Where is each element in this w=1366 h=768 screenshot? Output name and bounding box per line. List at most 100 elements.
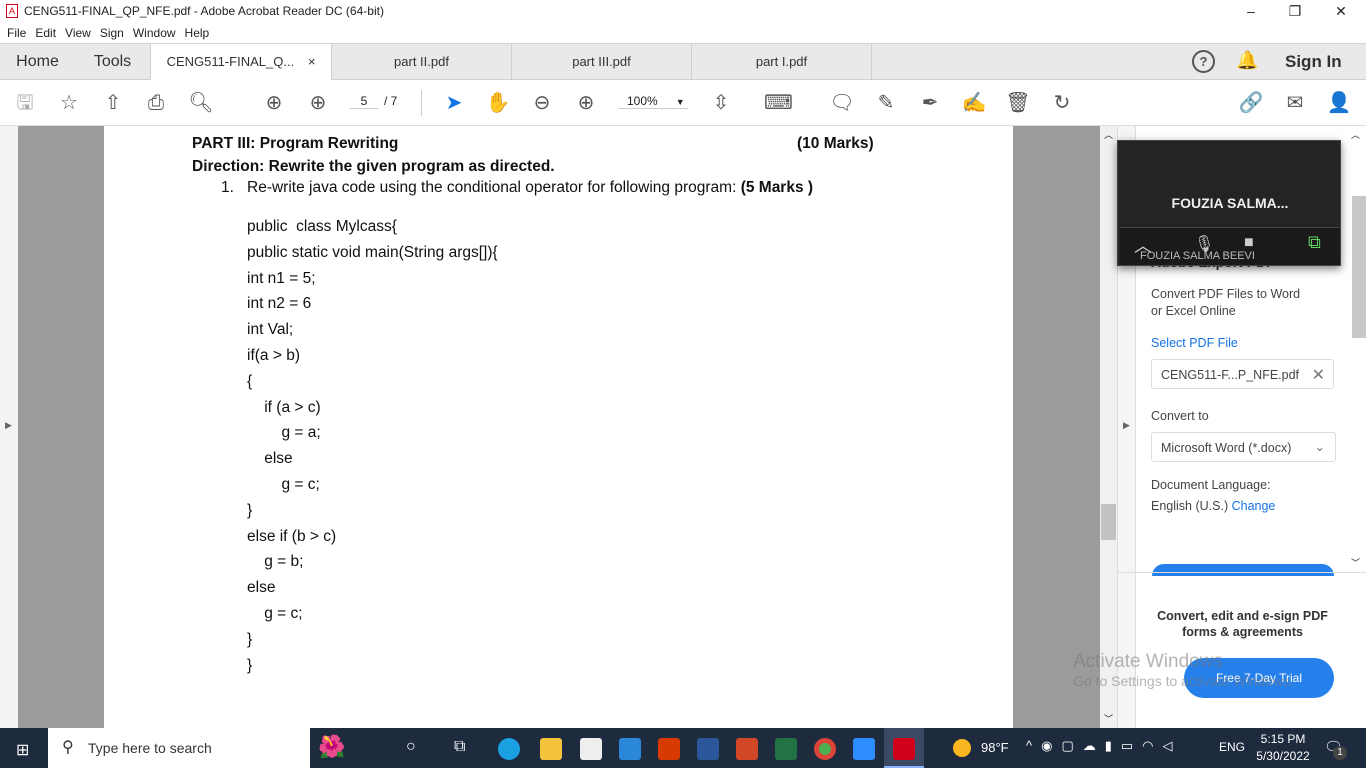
next-page-icon[interactable]: ⊕ bbox=[305, 91, 331, 115]
help-icon[interactable]: ? bbox=[1192, 50, 1215, 73]
sign-in-button[interactable]: Sign In bbox=[1285, 52, 1342, 72]
panel-scroll-down-icon[interactable]: ﹀ bbox=[1351, 556, 1360, 569]
powerpoint-icon[interactable] bbox=[736, 738, 758, 760]
cortana-icon[interactable]: ○ bbox=[406, 738, 416, 756]
acrobat-taskbar-button[interactable] bbox=[884, 728, 924, 768]
change-language-link[interactable]: Change bbox=[1232, 499, 1276, 513]
zoom-out-icon[interactable]: ⊖ bbox=[529, 91, 555, 115]
menu-sign[interactable]: Sign bbox=[100, 26, 124, 40]
find-icon[interactable]: 🔍︎ bbox=[188, 91, 214, 115]
comment-icon[interactable]: 🗨 bbox=[829, 91, 855, 115]
print-icon[interactable]: ⎙ bbox=[143, 91, 169, 115]
language-value: English (U.S.) Change bbox=[1151, 499, 1276, 513]
language-label: Document Language: bbox=[1151, 478, 1271, 492]
code-line: else bbox=[247, 579, 276, 597]
mail-icon[interactable] bbox=[619, 738, 641, 760]
collapse-right-icon[interactable]: ▶ bbox=[1123, 420, 1130, 431]
vertical-scrollbar[interactable]: ︿ ﹀ bbox=[1100, 126, 1117, 728]
divider bbox=[421, 90, 422, 116]
hand-icon[interactable]: ✋ bbox=[485, 91, 511, 115]
search-placeholder: Type here to search bbox=[88, 740, 212, 756]
code-line: g = b; bbox=[247, 553, 304, 571]
selected-file-field[interactable]: CENG511-F...P_NFE.pdf ✕ bbox=[1151, 359, 1334, 389]
share-link-icon[interactable]: 🔗 bbox=[1238, 91, 1264, 115]
weather-sun-icon[interactable] bbox=[953, 739, 971, 757]
scroll-down-icon[interactable]: ﹀ bbox=[1104, 712, 1113, 725]
menu-view[interactable]: View bbox=[65, 26, 91, 40]
system-tray-icons[interactable]: ^◉▢☁▮▭◠◁ bbox=[1026, 738, 1182, 754]
left-panel-toggle[interactable]: ▶ bbox=[0, 126, 18, 728]
menu-edit[interactable]: Edit bbox=[35, 26, 56, 40]
store-icon[interactable] bbox=[580, 738, 602, 760]
zoom-app-icon[interactable] bbox=[853, 738, 875, 760]
taskbar: ⊞ ⚲ Type here to search 🌺 ○ ⧉ 98°F ^◉▢☁▮… bbox=[0, 728, 1366, 768]
file-explorer-icon[interactable] bbox=[540, 738, 562, 760]
input-language[interactable]: ENG bbox=[1219, 740, 1245, 754]
close-button[interactable]: ✕ bbox=[1318, 0, 1364, 22]
minimize-button[interactable]: – bbox=[1228, 0, 1274, 22]
upload-cloud-icon[interactable]: ⇧ bbox=[100, 91, 126, 115]
toolbar: 🖫 ☆ ⇧ ⎙ 🔍︎ ⊕ ⊕ 5 / 7 ➤ ✋ ⊖ ⊕ 100% ▼ ⇳ ⌨ 🗨… bbox=[0, 80, 1366, 126]
expand-left-icon[interactable]: ▶ bbox=[5, 420, 12, 431]
panel-scroll-thumb[interactable] bbox=[1352, 196, 1366, 338]
zoom-meeting-window[interactable]: FOUZIA SALMA... ︿ 🎙 ■ ⧉ FOUZIA SALMA BEE… bbox=[1117, 140, 1341, 266]
page-number-input[interactable]: 5 bbox=[350, 94, 378, 109]
windows-start-icon[interactable]: ⊞ bbox=[16, 740, 29, 760]
select-cursor-icon[interactable]: ➤ bbox=[441, 91, 467, 115]
code-line: { bbox=[247, 372, 253, 390]
clear-file-icon[interactable]: ✕ bbox=[1312, 365, 1325, 385]
scroll-up-icon[interactable]: ︿ bbox=[1104, 128, 1113, 141]
share-screen-icon[interactable]: ⧉ bbox=[1308, 232, 1321, 253]
sign-icon[interactable]: ✒ bbox=[917, 91, 943, 115]
convert-to-select[interactable]: Microsoft Word (*.docx) ⌄ bbox=[1151, 432, 1336, 462]
word-icon[interactable] bbox=[697, 738, 719, 760]
excel-icon[interactable] bbox=[775, 738, 797, 760]
scroll-thumb[interactable] bbox=[1101, 504, 1116, 540]
zoom-select[interactable]: 100% ▼ bbox=[618, 94, 688, 109]
select-file-link[interactable]: Select PDF File bbox=[1151, 336, 1238, 350]
code-line: if (a > c) bbox=[247, 398, 321, 416]
task-view-icon[interactable]: ⧉ bbox=[454, 738, 465, 756]
tab-part-ii[interactable]: part II.pdf bbox=[332, 44, 512, 80]
code-line: int Val; bbox=[247, 321, 294, 339]
add-user-icon[interactable]: 👤 bbox=[1326, 91, 1352, 115]
code-line: g = c; bbox=[247, 605, 303, 622]
tab-document-active[interactable]: CENG511-FINAL_Q... × bbox=[151, 44, 332, 81]
acrobat-app-icon bbox=[893, 738, 915, 760]
page-fit-icon[interactable]: ⇳ bbox=[708, 91, 734, 115]
save-icon[interactable]: 🖫 bbox=[12, 91, 38, 115]
email-icon[interactable]: ✉ bbox=[1282, 91, 1308, 115]
notification-icon[interactable]: 🗨 1 bbox=[1324, 738, 1347, 760]
window-title: CENG511-FINAL_QP_NFE.pdf - Adobe Acrobat… bbox=[24, 4, 384, 18]
tab-part-iii[interactable]: part III.pdf bbox=[512, 44, 692, 80]
convert-button[interactable] bbox=[1152, 564, 1334, 576]
close-tab-icon[interactable]: × bbox=[308, 54, 316, 69]
star-icon[interactable]: ☆ bbox=[56, 91, 82, 115]
rotate-icon[interactable]: ↻ bbox=[1049, 91, 1075, 115]
zoom-value: 100% bbox=[627, 94, 658, 108]
delete-icon[interactable]: 🗑 bbox=[1005, 91, 1031, 115]
zoom-in-icon[interactable]: ⊕ bbox=[573, 91, 599, 115]
bell-icon[interactable]: 🔔 bbox=[1236, 50, 1258, 71]
menu-help[interactable]: Help bbox=[185, 26, 210, 40]
taskbar-search[interactable]: ⚲ Type here to search bbox=[48, 728, 310, 768]
tab-tools[interactable]: Tools bbox=[75, 44, 151, 80]
previous-page-icon[interactable]: ⊕ bbox=[261, 91, 287, 115]
tab-part-i[interactable]: part I.pdf bbox=[692, 44, 872, 80]
restore-button[interactable]: ❐ bbox=[1272, 0, 1318, 22]
clock[interactable]: 5:15 PM 5/30/2022 bbox=[1252, 731, 1314, 765]
weather-temp[interactable]: 98°F bbox=[981, 740, 1009, 755]
menu-window[interactable]: Window bbox=[133, 26, 176, 40]
highlight-icon[interactable]: ✎ bbox=[873, 91, 899, 115]
chrome-icon[interactable] bbox=[814, 738, 836, 760]
edge-icon[interactable] bbox=[498, 738, 520, 760]
activate-windows-watermark: Activate Windows Go to Settings to activa… bbox=[1073, 651, 1294, 689]
convert-to-label: Convert to bbox=[1151, 409, 1209, 423]
edit-icon[interactable]: ✍ bbox=[961, 91, 987, 115]
panel-scroll-up-icon[interactable]: ︿ bbox=[1351, 128, 1360, 141]
keyboard-icon[interactable]: ⌨ bbox=[764, 91, 793, 115]
chevron-down-icon: ⌄ bbox=[1314, 440, 1325, 454]
office-icon[interactable] bbox=[658, 738, 680, 760]
menu-file[interactable]: File bbox=[7, 26, 26, 40]
tab-home[interactable]: Home bbox=[0, 44, 75, 80]
